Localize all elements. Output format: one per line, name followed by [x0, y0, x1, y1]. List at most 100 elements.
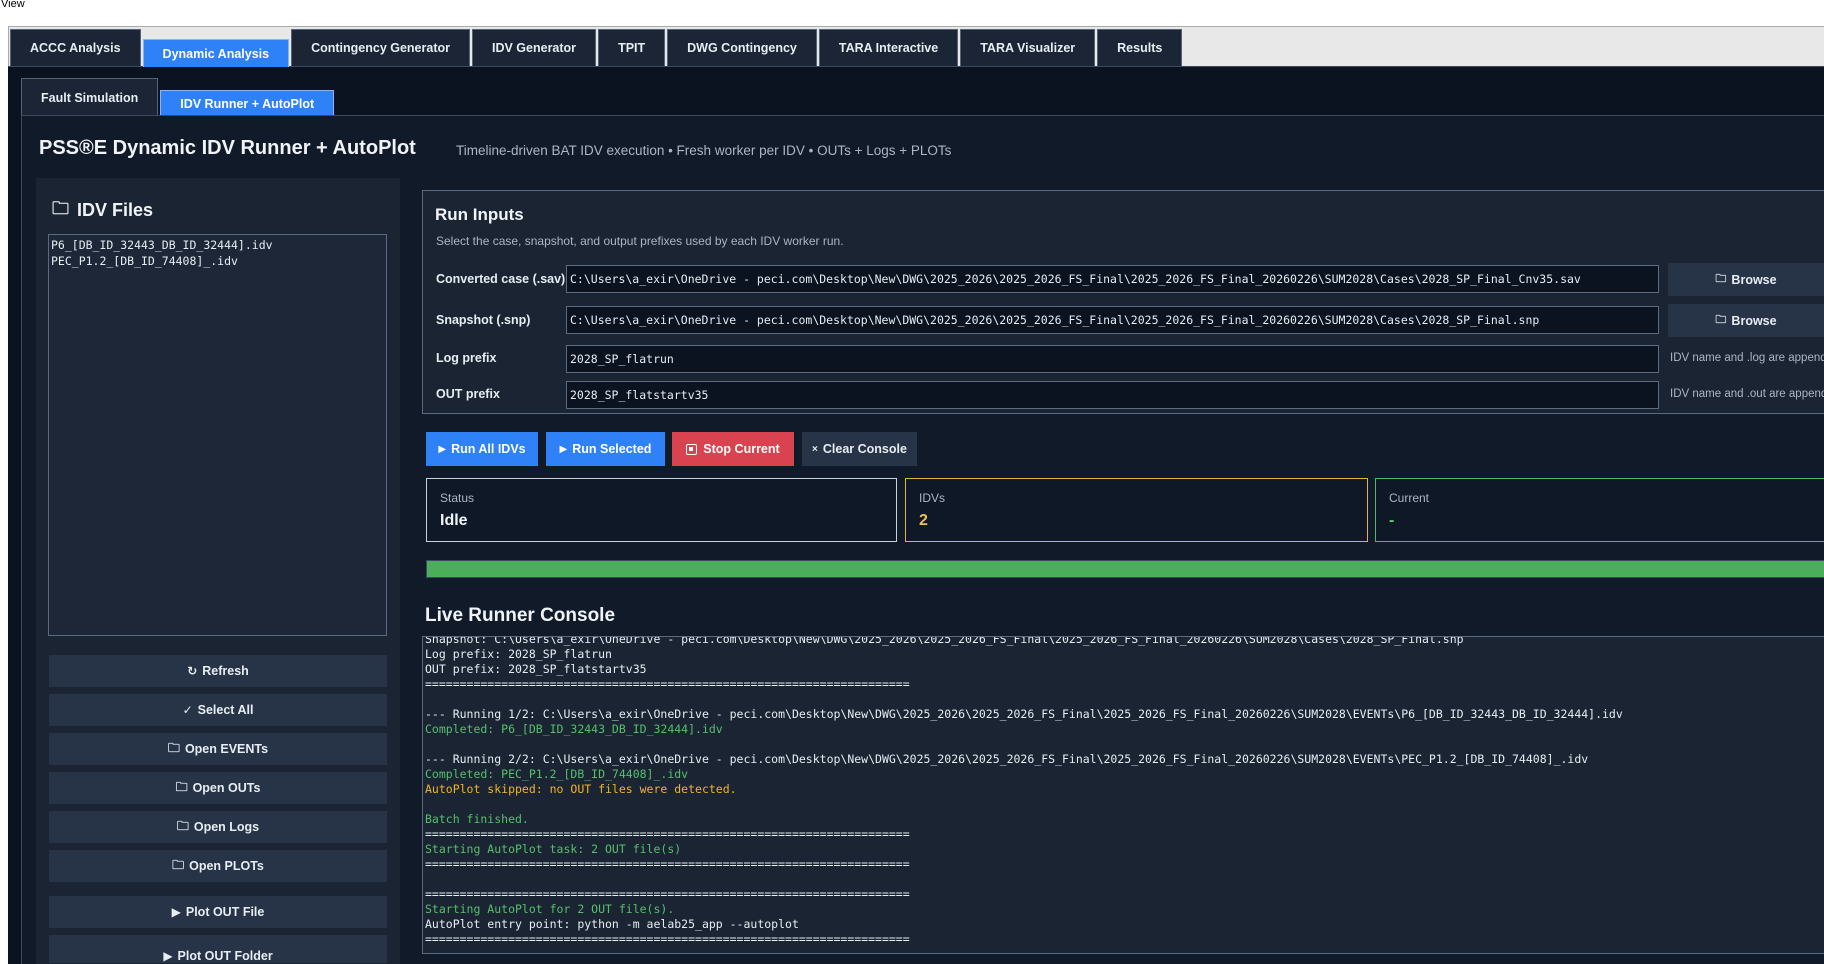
- plot-out-file-button[interactable]: ▶ Plot OUT File: [48, 895, 388, 929]
- browse-snapshot-button[interactable]: 🗀 Browse: [1668, 304, 1824, 337]
- clear-console-label: Clear Console: [822, 442, 907, 456]
- play-icon: ▶: [438, 443, 447, 455]
- snapshot-path-input[interactable]: C:\Users\a_exir\OneDrive - peci.com\Desk…: [566, 306, 1659, 334]
- progress-bar: [426, 560, 1824, 578]
- page-subtitle: Timeline-driven BAT IDV execution • Fres…: [456, 143, 952, 158]
- open-logs-label: Open Logs: [193, 820, 260, 834]
- folder-icon: 🗀: [167, 740, 180, 755]
- console-line: Completed: P6_[DB_ID_32443_DB_ID_32444].…: [425, 722, 723, 736]
- console-line: Completed: PEC_P1.2_[DB_ID_74408]_.idv: [425, 767, 689, 781]
- case-label: Converted case (.sav): [436, 272, 566, 286]
- out-prefix-label: OUT prefix: [436, 387, 500, 401]
- console-line: --- Running 2/2: C:\Users\a_exir\OneDriv…: [425, 752, 1589, 766]
- run-selected-label: Run Selected: [572, 442, 652, 456]
- select-all-button[interactable]: ✓ Select All: [48, 693, 388, 727]
- list-item[interactable]: PEC_P1.2_[DB_ID_74408]_.idv: [51, 253, 384, 269]
- open-outs-button[interactable]: 🗀 Open OUTs: [48, 771, 388, 805]
- tab-tara-interactive[interactable]: TARA Interactive: [818, 29, 959, 66]
- tab-tara-visualizer[interactable]: TARA Visualizer: [960, 29, 1096, 66]
- page-title: PSS®E Dynamic IDV Runner + AutoPlot: [39, 137, 416, 159]
- tab-results[interactable]: Results: [1097, 29, 1183, 66]
- subtab-fault-simulation[interactable]: Fault Simulation: [21, 78, 159, 116]
- case-path-input[interactable]: C:\Users\a_exir\OneDrive - peci.com\Desk…: [566, 265, 1659, 293]
- browse-case-button[interactable]: 🗀 Browse: [1668, 263, 1824, 296]
- tab-dynamic-analysis[interactable]: Dynamic Analysis: [142, 39, 290, 67]
- console-line: --- Running 1/2: C:\Users\a_exir\OneDriv…: [425, 707, 1623, 721]
- main-tabs: ACCC Analysis Dynamic Analysis Contingen…: [10, 29, 1184, 67]
- folder-icon: 🗀: [176, 818, 189, 833]
- folder-icon: 🗀: [52, 199, 69, 218]
- console-line: ========================================…: [425, 827, 910, 841]
- open-events-button[interactable]: 🗀 Open EVENTs: [48, 732, 388, 766]
- console-line: Starting AutoPlot task: 2 OUT file(s): [425, 842, 682, 856]
- run-all-label: Run All IDVs: [451, 442, 526, 456]
- tab-tpit[interactable]: TPIT: [598, 29, 666, 66]
- idv-file-list[interactable]: P6_[DB_ID_32443_DB_ID_32444].idv PEC_P1.…: [48, 234, 387, 636]
- menu-view[interactable]: View: [1, 0, 25, 10]
- console-output[interactable]: Snapshot: C:\Users\a_exir\OneDrive - pec…: [422, 636, 1824, 954]
- idv-files-title: IDV Files: [77, 200, 154, 220]
- browse-label: Browse: [1731, 272, 1777, 287]
- folder-icon: 🗀: [172, 857, 185, 872]
- plot-out-folder-button[interactable]: ▶ Plot OUT Folder: [48, 934, 388, 964]
- tab-accc-analysis[interactable]: ACCC Analysis: [10, 29, 141, 66]
- select-all-label: Select All: [197, 703, 254, 717]
- idv-files-heading: 🗀 IDV Files: [52, 196, 153, 225]
- console-lines: Snapshot: C:\Users\a_exir\OneDrive - pec…: [425, 637, 1623, 947]
- open-logs-button[interactable]: 🗀 Open Logs: [48, 810, 388, 844]
- play-icon: ▶: [559, 443, 568, 455]
- subtab-idv-runner[interactable]: IDV Runner + AutoPlot: [160, 90, 335, 116]
- menu-strip: View: [0, 0, 1824, 12]
- console-line: Log prefix: 2028_SP_flatrun: [425, 647, 612, 661]
- tab-dwg-contingency[interactable]: DWG Contingency: [667, 29, 817, 66]
- idvs-card: IDVs 2: [905, 478, 1368, 542]
- snapshot-label: Snapshot (.snp): [436, 313, 531, 327]
- out-prefix-hint: IDV name and .out are appended: [1670, 388, 1824, 400]
- open-plots-button[interactable]: 🗀 Open PLOTs: [48, 849, 388, 883]
- current-label: Current: [1389, 491, 1430, 505]
- run-all-button[interactable]: ▶ Run All IDVs: [426, 432, 538, 466]
- check-icon: ✓: [182, 703, 193, 717]
- status-label: Status: [440, 491, 475, 505]
- console-line: ========================================…: [425, 932, 910, 946]
- log-prefix-input[interactable]: 2028_SP_flatrun: [566, 345, 1659, 373]
- list-item[interactable]: P6_[DB_ID_32443_DB_ID_32444].idv: [51, 237, 384, 253]
- refresh-icon: ↻: [187, 664, 198, 678]
- tab-idv-generator[interactable]: IDV Generator: [472, 29, 597, 66]
- tab-contingency-generator[interactable]: Contingency Generator: [291, 29, 470, 66]
- folder-icon: 🗀: [1715, 314, 1727, 326]
- open-outs-label: Open OUTs: [192, 781, 261, 795]
- console-line: ========================================…: [425, 857, 910, 871]
- plot-out-folder-label: Plot OUT Folder: [177, 949, 273, 963]
- console-line: Starting AutoPlot for 2 OUT file(s).: [425, 902, 675, 916]
- console-line: AutoPlot entry point: python -m aelab25_…: [425, 917, 799, 931]
- status-card: Status Idle: [426, 478, 897, 542]
- run-selected-button[interactable]: ▶ Run Selected: [546, 432, 665, 466]
- console-line: OUT prefix: 2028_SP_flatstartv35: [425, 662, 647, 676]
- log-prefix-hint: IDV name and .log are appended: [1670, 352, 1824, 364]
- idvs-value: 2: [919, 512, 928, 529]
- run-inputs-title: Run Inputs: [435, 205, 524, 224]
- console-line: ========================================…: [425, 677, 910, 691]
- open-plots-label: Open PLOTs: [189, 859, 264, 873]
- out-prefix-input[interactable]: 2028_SP_flatstartv35: [566, 381, 1659, 409]
- folder-icon: 🗀: [1715, 273, 1727, 285]
- refresh-label: Refresh: [202, 664, 249, 678]
- current-card: Current -: [1375, 478, 1824, 542]
- stop-current-button[interactable]: Stop Current: [672, 432, 794, 466]
- refresh-button[interactable]: ↻ Refresh: [48, 654, 388, 688]
- clear-console-button[interactable]: × Clear Console: [802, 432, 917, 466]
- plot-out-file-label: Plot OUT File: [185, 905, 265, 919]
- sub-tabs: Fault Simulation IDV Runner + AutoPlot: [21, 78, 336, 116]
- log-prefix-label: Log prefix: [436, 351, 497, 365]
- status-value: Idle: [440, 512, 468, 529]
- close-icon: ×: [812, 443, 818, 455]
- stop-icon: [686, 443, 698, 455]
- run-inputs-subtitle: Select the case, snapshot, and output pr…: [436, 234, 844, 248]
- console-title: Live Runner Console: [425, 605, 616, 626]
- folder-icon: 🗀: [175, 779, 188, 794]
